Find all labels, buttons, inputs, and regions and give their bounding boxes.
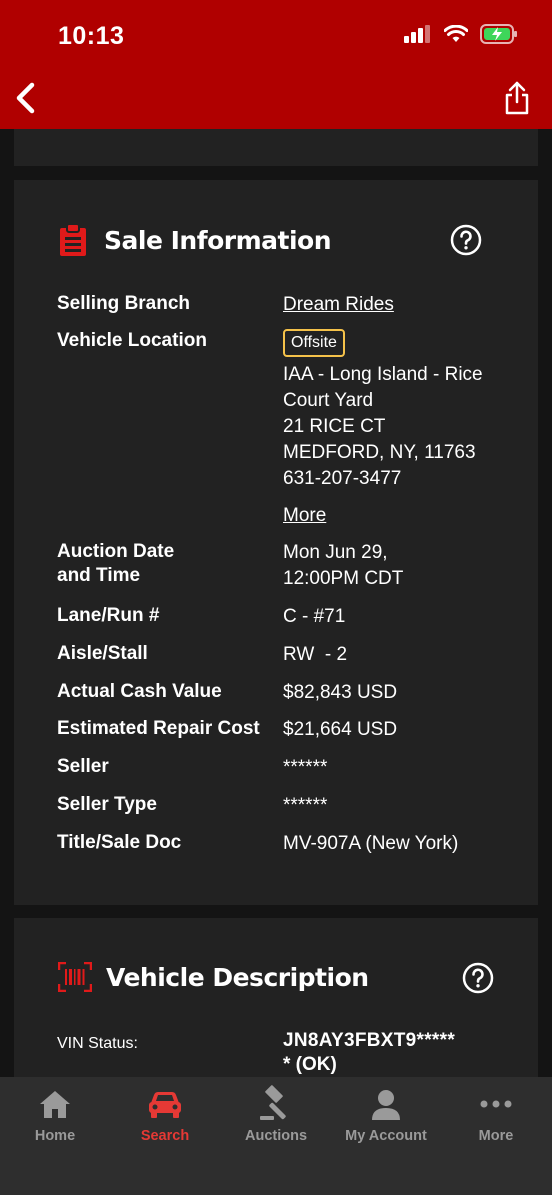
title-sale-doc-value: MV-907A (New York) (283, 833, 459, 854)
person-icon (372, 1090, 400, 1120)
seller-value: ****** (283, 757, 328, 778)
location-line: MEDFORD, NY, 11763 (283, 442, 476, 463)
actual-cash-value-label: Actual Cash Value (57, 681, 222, 702)
auction-date-value: Mon Jun 29, (283, 542, 388, 563)
location-line: IAA - Long Island - Rice (283, 364, 483, 385)
estimated-repair-cost-label: Estimated Repair Cost (57, 718, 260, 739)
status-icons (404, 24, 518, 44)
sale-information-card: Sale Information Selling Branch Dream Ri… (14, 180, 538, 905)
clipboard-icon (60, 223, 86, 256)
location-line: 21 RICE CT (283, 416, 386, 437)
nav-my-account[interactable]: My Account (331, 1077, 441, 1157)
location-phone[interactable]: 631-207-3477 (283, 466, 401, 492)
previous-section-card (14, 129, 538, 166)
aisle-stall-label: Aisle/Stall (57, 643, 148, 664)
auction-date-label: Auction Date (57, 541, 175, 562)
car-icon (149, 1092, 181, 1118)
back-arrow-icon[interactable] (10, 80, 44, 116)
actual-cash-value: $82,843 USD (283, 682, 398, 703)
lane-run-label: Lane/Run # (57, 605, 160, 626)
seller-type-label: Seller Type (57, 794, 157, 815)
sale-information-header: Sale Information (58, 222, 332, 258)
nav-home-label: Home (34, 1128, 76, 1144)
auction-time-value: 12:00PM CDT (283, 568, 404, 589)
selling-branch-label: Selling Branch (57, 293, 191, 314)
estimated-repair-cost-value: $21,664 USD (283, 719, 398, 740)
lane-run-value: C - #71 (283, 606, 346, 627)
wifi-icon (444, 25, 468, 42)
share-icon[interactable] (502, 80, 532, 116)
location-more-link[interactable]: More (283, 503, 326, 529)
nav-search[interactable]: Search (110, 1077, 220, 1157)
help-icon[interactable] (462, 962, 494, 994)
vin-status-value-line2: * (OK) (283, 1054, 337, 1075)
nav-more[interactable]: More (441, 1077, 551, 1157)
vin-status-value: JN8AY3FBXT9***** (283, 1030, 456, 1051)
vehicle-location-label: Vehicle Location (57, 330, 207, 351)
sale-information-title: Sale Information (104, 225, 332, 255)
nav-more-label: More (478, 1128, 514, 1144)
vin-status-label: VIN Status: (57, 1035, 138, 1052)
more-dots-icon (480, 1100, 512, 1108)
gavel-icon (260, 1085, 286, 1120)
status-time: 10:13 (58, 22, 125, 50)
bottom-navigation: Home Search Auctions My Account More (0, 1077, 552, 1195)
vehicle-description-header: Vehicle Description (58, 962, 369, 992)
seller-type-value: ****** (283, 795, 328, 816)
nav-my-account-label: My Account (345, 1128, 427, 1144)
nav-home[interactable]: Home (0, 1077, 110, 1157)
app-header: 10:13 (0, 0, 552, 129)
nav-auctions[interactable]: Auctions (221, 1077, 331, 1157)
battery-charging-icon (480, 24, 517, 44)
title-sale-doc-label: Title/Sale Doc (57, 832, 182, 853)
nav-auctions-label: Auctions (244, 1128, 308, 1144)
vehicle-description-title: Vehicle Description (106, 962, 369, 992)
aisle-stall-value: RW - 2 (283, 644, 348, 665)
help-icon[interactable] (450, 224, 482, 256)
barcode-scan-icon (58, 962, 92, 992)
auction-date-label-line2: and Time (57, 565, 141, 586)
nav-search-label: Search (140, 1128, 190, 1144)
selling-branch-link[interactable]: Dream Rides (283, 292, 394, 318)
home-icon (40, 1091, 70, 1118)
signal-icon (404, 25, 430, 43)
location-line: Court Yard (283, 390, 374, 411)
seller-label: Seller (57, 756, 109, 777)
offsite-badge: Offsite (283, 329, 345, 357)
